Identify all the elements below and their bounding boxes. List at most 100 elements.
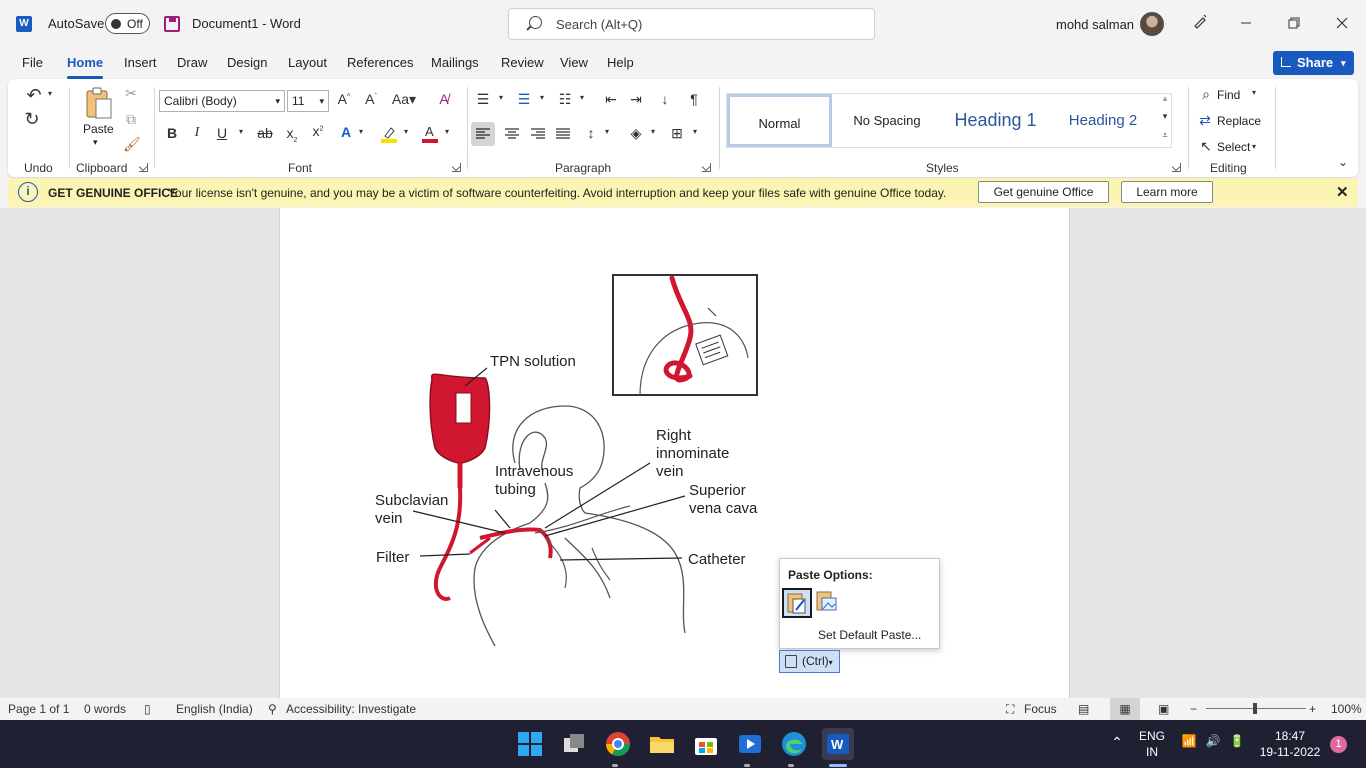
select-label[interactable]: Select [1217,140,1250,154]
tab-layout[interactable]: Layout [288,55,327,70]
get-genuine-office-button[interactable]: Get genuine Office [978,181,1109,203]
tab-references[interactable]: References [347,55,413,70]
paste-dropdown-icon[interactable]: ▾ [93,137,98,148]
file-explorer-icon[interactable] [648,730,676,758]
clock-time[interactable]: 18:47 [1258,729,1322,743]
lang-region[interactable]: IN [1136,745,1168,759]
increase-indent-icon[interactable]: ⇥ [627,91,645,108]
align-center-icon[interactable] [500,122,524,146]
zoom-out-icon[interactable]: − [1190,702,1197,716]
font-name-dropdown[interactable]: Calibri (Body) ▾ [159,90,285,112]
edge-icon[interactable] [780,730,808,758]
set-default-paste-link[interactable]: Set Default Paste... [818,628,921,642]
align-left-button[interactable] [471,122,495,146]
task-view-icon[interactable] [560,730,588,758]
close-icon[interactable]: ✕ [1336,183,1349,201]
learn-more-button[interactable]: Learn more [1121,181,1213,203]
numbering-dropdown-icon[interactable]: ▾ [538,93,546,102]
superscript-icon[interactable]: x2 [310,123,326,139]
user-name[interactable]: mohd salman [1056,17,1134,32]
accessibility-icon[interactable]: ⚲ [268,702,277,716]
media-player-icon[interactable] [736,730,764,758]
word-taskbar-icon[interactable]: W [822,728,854,760]
paste-picture-icon[interactable] [813,588,843,618]
paste-icon[interactable] [84,87,114,121]
web-layout-icon[interactable]: ▣ [1158,702,1169,716]
paragraph-launcher-icon[interactable] [702,163,711,172]
shading-icon[interactable]: ◈ [627,125,645,142]
italic-icon[interactable]: I [190,125,204,141]
bold-icon[interactable]: B [165,125,179,141]
word-count[interactable]: 0 words [84,702,126,716]
find-dropdown-icon[interactable]: ▾ [1250,88,1258,97]
print-layout-icon[interactable]: ▦ [1110,698,1140,720]
subscript-icon[interactable]: x2 [284,125,300,144]
avatar[interactable] [1140,12,1164,36]
pasted-image[interactable]: TPN solution Right innominate vein Intra… [280,208,1069,698]
focus-icon[interactable]: ⛶ [1006,702,1014,717]
focus-label[interactable]: Focus [1024,702,1057,716]
justify-icon[interactable] [551,122,575,146]
highlight-icon[interactable] [380,125,398,143]
styles-more-icon[interactable]: ⩡ [1159,130,1171,141]
paste-options-ctrl-button[interactable]: (Ctrl)▾ [779,650,840,673]
minimize-icon[interactable] [1231,8,1261,40]
zoom-in-icon[interactable]: + [1309,702,1316,716]
font-color-dropdown-icon[interactable]: ▾ [443,127,451,136]
style-heading-2[interactable]: Heading 2 [1053,94,1153,147]
sort-icon[interactable]: ↓ [656,91,674,107]
underline-icon[interactable]: U [215,125,229,141]
keep-source-formatting-icon[interactable] [782,588,812,618]
read-mode-icon[interactable]: ▤ [1078,702,1089,716]
start-icon[interactable] [516,730,544,758]
text-effects-dropdown-icon[interactable]: ▾ [357,127,365,136]
tab-help[interactable]: Help [607,55,634,70]
multilevel-dropdown-icon[interactable]: ▾ [578,93,586,102]
format-painter-icon[interactable]: 🖌 [123,136,141,153]
strikethrough-icon[interactable]: ab [256,125,274,141]
tab-review[interactable]: Review [501,55,544,70]
undo-dropdown-icon[interactable]: ▾ [46,89,54,98]
grow-font-icon[interactable]: A^ [335,91,353,107]
styles-launcher-icon[interactable] [1172,163,1181,172]
battery-icon[interactable]: 🔋 [1228,734,1246,748]
select-icon[interactable]: ↖ [1198,138,1214,155]
clear-formatting-icon[interactable]: A̸ [434,91,454,107]
clipboard-launcher-icon[interactable] [139,163,148,172]
cut-icon[interactable]: ✂ [123,85,139,102]
show-marks-icon[interactable]: ¶ [685,91,703,107]
font-size-dropdown[interactable]: 11 ▾ [287,90,329,112]
font-color-icon[interactable]: A [421,124,439,143]
redo-icon[interactable]: ↻ [22,109,42,130]
tab-design[interactable]: Design [227,55,267,70]
paste-label[interactable]: Paste [83,122,114,136]
highlight-dropdown-icon[interactable]: ▾ [402,127,410,136]
find-icon[interactable]: ⌕ [1198,86,1214,103]
style-no-spacing[interactable]: No Spacing [837,94,937,147]
wifi-icon[interactable]: 📶 [1180,734,1198,748]
collapse-ribbon-icon[interactable]: ⌄ [1336,155,1350,169]
select-dropdown-icon[interactable]: ▾ [1250,142,1258,151]
underline-dropdown-icon[interactable]: ▾ [237,127,245,136]
bullets-dropdown-icon[interactable]: ▾ [497,93,505,102]
borders-icon[interactable]: ⊞ [668,125,686,142]
language[interactable]: English (India) [176,702,253,716]
store-icon[interactable] [692,730,720,758]
chevron-up-icon[interactable]: ⌃ [1110,734,1124,751]
lang-code[interactable]: ENG [1136,729,1168,743]
borders-dropdown-icon[interactable]: ▾ [691,127,699,136]
page-count[interactable]: Page 1 of 1 [8,702,69,716]
line-spacing-dropdown-icon[interactable]: ▾ [603,127,611,136]
tab-view[interactable]: View [560,55,588,70]
search-box[interactable]: Search (Alt+Q) [508,8,875,40]
style-heading-1[interactable]: Heading 1 [943,94,1048,147]
style-normal[interactable]: Normal [727,94,832,147]
clock-date[interactable]: 19-11-2022 [1258,745,1322,759]
styles-scroll-up-icon[interactable]: ▴ [1159,93,1171,104]
tab-file[interactable]: File [22,55,43,70]
tab-mailings[interactable]: Mailings [431,55,479,70]
styles-scroll-down-icon[interactable]: ▾ [1159,111,1171,122]
multilevel-list-icon[interactable]: ☷ [556,91,574,108]
tab-home[interactable]: Home [67,55,104,79]
close-icon[interactable] [1327,8,1357,40]
